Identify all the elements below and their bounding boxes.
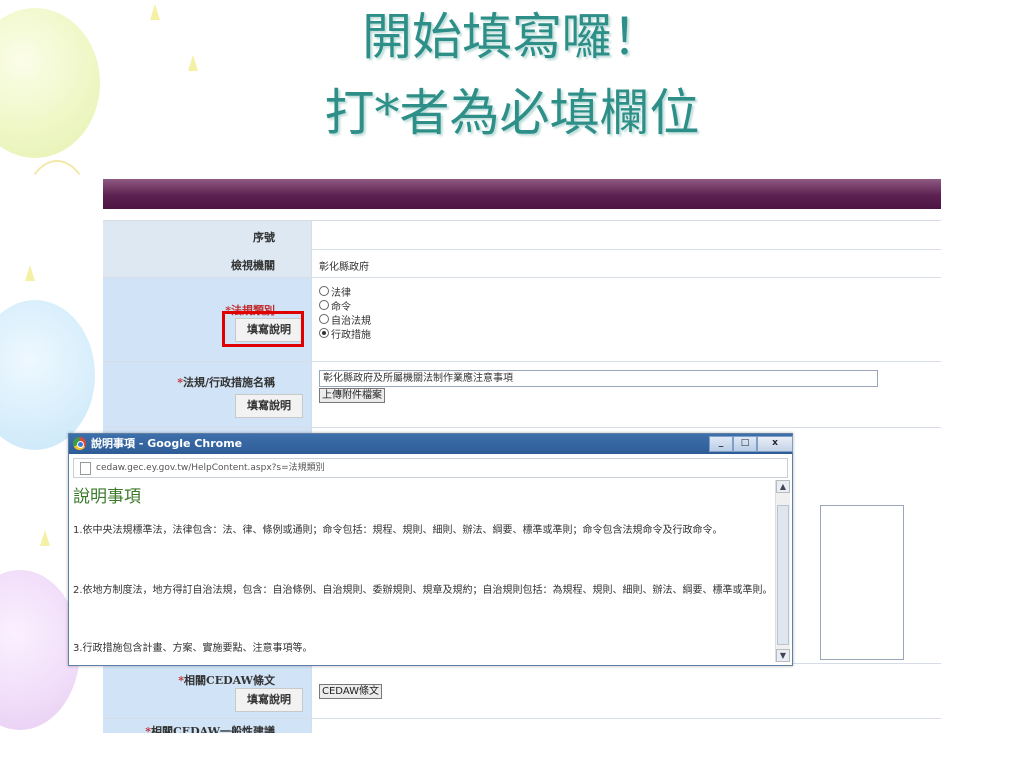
serial-label: 序號 <box>253 231 275 244</box>
help-paragraph: 1.依中央法規標準法，法律包含：法、律、條例或通則；命令包括：規程、規則、細則、… <box>73 525 723 536</box>
popup-title: 說明事項 - Google Chrome <box>91 437 243 450</box>
radio-button[interactable] <box>319 314 329 324</box>
form-label-cell: 序號 <box>103 221 312 249</box>
address-bar[interactable]: cedaw.gec.ey.gov.tw/HelpContent.aspx?s=法… <box>73 458 788 478</box>
radio-button-selected[interactable] <box>319 328 329 338</box>
sparkle-decoration <box>40 530 50 546</box>
lawname-help-button[interactable]: 填寫說明 <box>235 394 303 418</box>
lawname-label: *法規/行政措施名稱 <box>177 376 275 389</box>
cedaw-label: *相關CEDAW條文 <box>178 674 275 687</box>
chrome-icon <box>73 437 86 450</box>
scroll-up-arrow[interactable]: ▲ <box>776 480 790 493</box>
radio-option[interactable]: 法律 <box>319 284 371 299</box>
cedaw-articles-button[interactable]: CEDAW條文 <box>319 684 383 699</box>
popup-scrollbar[interactable]: ▲ ▼ <box>775 480 790 662</box>
form-row-agency: 檢視機關 彰化縣政府 <box>103 249 941 278</box>
popup-content: 說明事項 1.依中央法規標準法，法律包含：法、律、條例或通則；命令包括：規程、規… <box>73 480 774 663</box>
form-header-banner <box>103 179 941 209</box>
blue-balloon-decoration <box>0 300 95 450</box>
close-button[interactable]: x <box>757 436 793 452</box>
form-label-cell: 檢視機關 <box>103 249 312 277</box>
address-url: cedaw.gec.ey.gov.tw/HelpContent.aspx?s=法… <box>96 463 325 473</box>
form-label-cell: *法規/行政措施名稱 填寫說明 <box>103 362 312 427</box>
slide-title-line1: 開始填寫囉！ <box>362 8 662 66</box>
page-mask <box>0 733 1024 768</box>
description-textarea[interactable] <box>820 505 904 660</box>
lawname-input[interactable]: 彰化縣政府及所屬機關法制作業應注意事項 <box>319 370 878 387</box>
form-row-lawname: *法規/行政措施名稱 填寫說明 彰化縣政府及所屬機關法制作業應注意事項 上傳附件… <box>103 362 941 428</box>
radio-option[interactable]: 命令 <box>319 298 371 313</box>
form-row-serial: 序號 <box>103 220 941 250</box>
help-popup-window[interactable]: 說明事項 - Google Chrome _ □ x cedaw.gec.ey.… <box>68 433 793 666</box>
help-paragraph: 3.行政措施包含計畫、方案、實施要點、注意事項等。 <box>73 643 313 654</box>
minimize-button[interactable]: _ <box>709 436 733 452</box>
scroll-thumb[interactable] <box>777 505 789 645</box>
cedaw-help-button[interactable]: 填寫說明 <box>235 688 303 712</box>
radio-button[interactable] <box>319 300 329 310</box>
form-label-cell: *相關CEDAW條文 填寫說明 <box>103 664 312 718</box>
popup-heading: 說明事項 <box>73 487 141 507</box>
lawtype-radio-group: 法律 命令 自治法規 行政措施 <box>319 284 371 341</box>
radio-option[interactable]: 自治法規 <box>319 312 371 327</box>
maximize-button[interactable]: □ <box>733 436 757 452</box>
popup-titlebar[interactable]: 說明事項 - Google Chrome _ □ x <box>69 434 793 454</box>
radio-option-selected[interactable]: 行政措施 <box>319 326 371 341</box>
upload-attachment-button[interactable]: 上傳附件檔案 <box>319 388 385 403</box>
page-icon <box>80 462 91 475</box>
cedaw-general-label: *相關CEDAW一般性建議 <box>145 725 275 733</box>
agency-value: 彰化縣政府 <box>319 262 369 273</box>
form-row-cedaw-general: *相關CEDAW一般性建議 <box>103 719 941 733</box>
agency-label: 檢視機關 <box>231 259 275 272</box>
form-row-cedaw: *相關CEDAW條文 填寫說明 CEDAW條文 <box>103 664 941 719</box>
ribbon-decoration <box>20 160 94 284</box>
radio-button[interactable] <box>319 286 329 296</box>
slide-title-line2: 打*者為必填欄位 <box>324 84 700 142</box>
help-paragraph: 2.依地方制度法，地方得訂自治法規，包含：自治條例、自治規則、委辦規則、規章及規… <box>73 585 773 596</box>
highlight-box <box>222 311 304 347</box>
scroll-down-arrow[interactable]: ▼ <box>776 649 790 662</box>
form-label-cell: *相關CEDAW一般性建議 <box>103 719 312 733</box>
